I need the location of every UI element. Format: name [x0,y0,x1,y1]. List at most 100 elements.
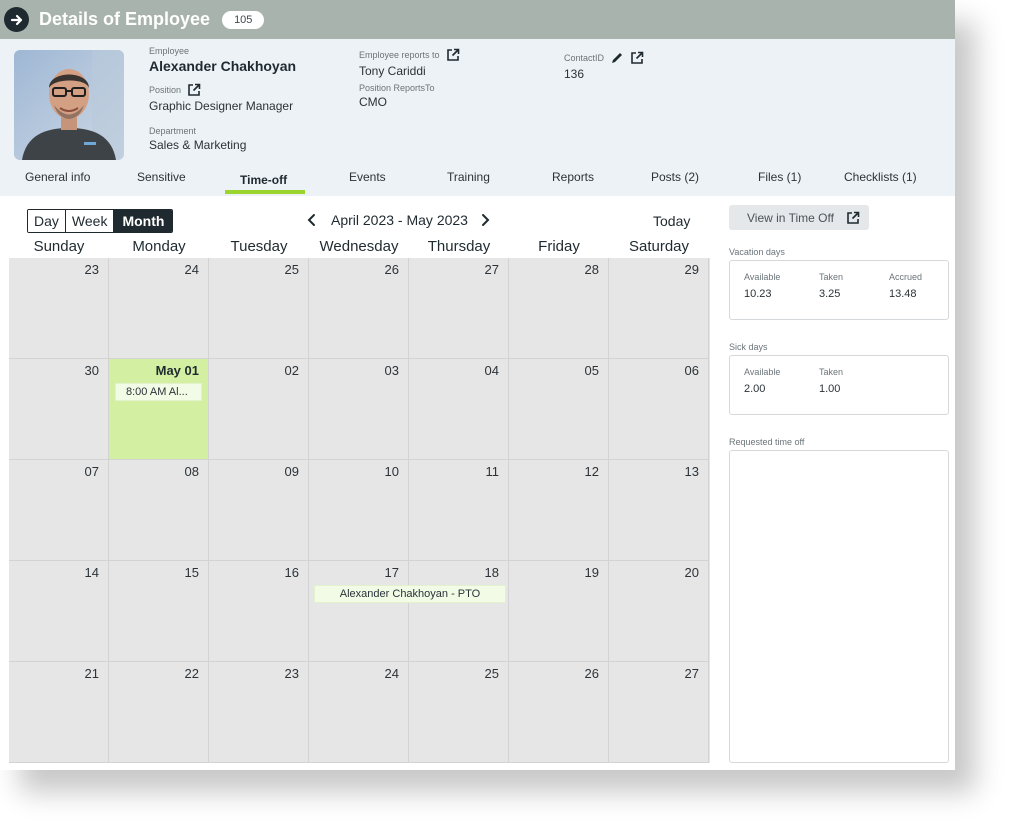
day-number: 28 [584,262,599,277]
calendar-day-cell[interactable]: 15 [109,561,209,662]
calendar-event[interactable]: 8:00 AM Al... [115,383,202,401]
day-number: 15 [184,565,199,580]
weekday-label: Saturday [628,238,690,255]
calendar-day-cell[interactable]: 14 [9,561,109,662]
calendar-day-cell[interactable]: 25 [209,258,309,359]
month-view-button[interactable]: Month [114,210,173,232]
day-number: 03 [384,363,399,378]
tab-training[interactable]: Training [447,170,490,184]
week-view-button[interactable]: Week [65,210,115,232]
calendar-event[interactable]: Alexander Chakhoyan - PTO [314,585,506,603]
calendar-day-cell[interactable]: 20 [609,561,709,662]
calendar-day-cell[interactable]: 27 [409,258,509,359]
calendar-day-cell[interactable]: 19 [509,561,609,662]
chevron-left-icon[interactable] [305,212,319,228]
tab-checklists[interactable]: Checklists (1) [844,170,917,184]
day-number: 10 [384,464,399,479]
calendar-day-cell[interactable]: 25 [409,662,509,763]
tab-files[interactable]: Files (1) [758,170,801,184]
today-button[interactable]: Today [653,213,690,229]
calendar-day-cell[interactable]: 23 [209,662,309,763]
day-number: 08 [184,464,199,479]
calendar-day-cell[interactable]: 27 [609,662,709,763]
tab-time-off[interactable]: Time-off [240,173,287,187]
tab-posts[interactable]: Posts (2) [651,170,699,184]
day-number: 05 [584,363,599,378]
page-title: Details of Employee [39,9,211,29]
pencil-icon[interactable] [610,51,624,65]
date-range-label: April 2023 - May 2023 [331,212,468,228]
calendar-day-cell[interactable]: 26 [309,258,409,359]
calendar-day-cell[interactable]: 06 [609,359,709,460]
calendar-day-cell[interactable]: 16 [209,561,309,662]
calendar-day-cell[interactable]: 13 [609,460,709,561]
vacation-taken-label: Taken [819,272,844,282]
calendar-day-cell[interactable]: 08 [109,460,209,561]
tab-sensitive[interactable]: Sensitive [137,170,186,184]
day-number: 07 [84,464,99,479]
calendar-day-cell[interactable]: 28 [509,258,609,359]
weekday-label: Wednesday [319,238,399,255]
calendar-day-cell[interactable]: 18 [409,561,509,662]
day-number: 19 [584,565,599,580]
weekday-label: Thursday [427,238,491,255]
calendar-day-cell[interactable]: 30 [9,359,109,460]
day-number: 27 [484,262,499,277]
calendar-day-cell[interactable]: 29 [609,258,709,359]
day-number: 20 [684,565,699,580]
calendar-day-cell[interactable]: 24 [109,258,209,359]
position-reports-to-field: Position ReportsTo CMO [359,83,435,109]
calendar-day-cell[interactable]: 21 [9,662,109,763]
external-link-icon[interactable] [446,48,460,62]
position-value: Graphic Designer Manager [149,99,294,113]
sick-available-value: 2.00 [744,383,766,395]
calendar-day-cell[interactable]: May 01 [109,359,209,460]
calendar-day-cell[interactable]: 11 [409,460,509,561]
requested-time-off-title: Requested time off [729,437,805,447]
calendar-day-cell[interactable]: 02 [209,359,309,460]
calendar-day-cell[interactable]: 09 [209,460,309,561]
department-value: Sales & Marketing [149,138,247,152]
day-number: 25 [484,666,499,681]
calendar-day-cell[interactable]: 07 [9,460,109,561]
day-number: 13 [684,464,699,479]
contact-id-label: ContactID [564,53,605,63]
calendar-day-cell[interactable]: 23 [9,258,109,359]
day-number: 22 [184,666,199,681]
chevron-right-icon[interactable] [478,212,492,228]
sick-days-card: Available 2.00 Taken 1.00 [729,355,949,415]
back-button[interactable] [4,7,29,32]
weekday-label: Friday [538,238,580,255]
calendar-day-cell[interactable]: 05 [509,359,609,460]
vacation-available-value: 10.23 [744,288,772,300]
weekday-label: Tuesday [230,238,288,255]
calendar-day-cell[interactable]: 17 [309,561,409,662]
calendar-day-cell[interactable]: 24 [309,662,409,763]
vacation-days-card: Available 10.23 Taken 3.25 Accrued 13.48 [729,260,949,320]
external-link-icon[interactable] [630,51,644,65]
view-in-time-off-button[interactable]: View in Time Off [729,205,869,230]
calendar-day-cell[interactable]: 22 [109,662,209,763]
calendar-day-cell[interactable]: 03 [309,359,409,460]
weekday-label: Monday [132,238,186,255]
tab-reports[interactable]: Reports [552,170,594,184]
day-number: 24 [384,666,399,681]
tab-general-info[interactable]: General info [25,170,90,184]
calendar-day-cell[interactable]: 26 [509,662,609,763]
day-number: 21 [84,666,99,681]
calendar-day-cell[interactable]: 10 [309,460,409,561]
day-number: 17 [384,565,399,580]
requested-time-off-list [729,450,949,763]
sick-days-title: Sick days [729,342,768,352]
weekday-label: Sunday [33,238,85,255]
employee-field: Employee Alexander Chakhoyan [149,46,296,74]
tab-events[interactable]: Events [349,170,386,184]
external-link-icon[interactable] [187,83,201,97]
day-view-button[interactable]: Day [28,210,66,232]
day-number: 26 [384,262,399,277]
day-number: 02 [284,363,299,378]
calendar-day-cell[interactable]: 12 [509,460,609,561]
weekday-header: Sunday Monday Tuesday Wednesday Thursday Frid… [9,238,709,258]
calendar-day-cell[interactable]: 04 [409,359,509,460]
record-count-badge: 105 [222,10,265,29]
